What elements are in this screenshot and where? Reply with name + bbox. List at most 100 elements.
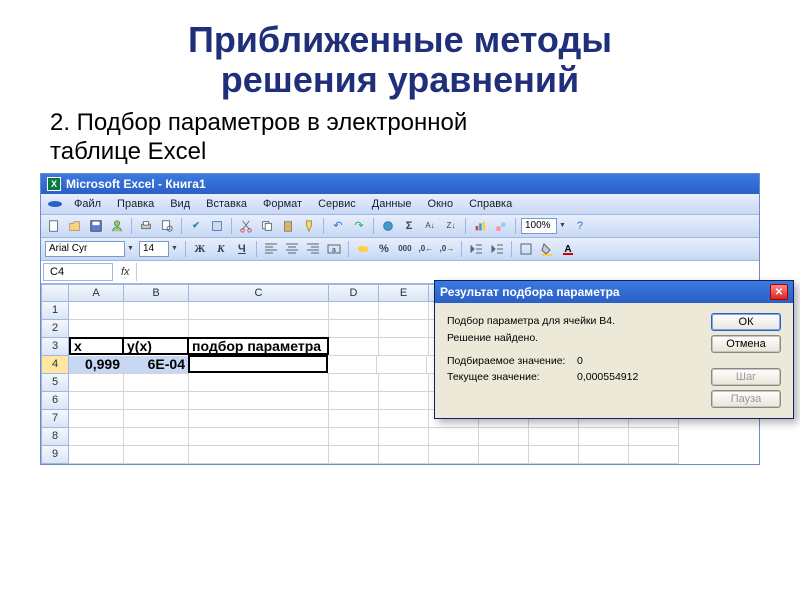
cell[interactable] <box>189 302 329 320</box>
cell[interactable] <box>329 338 379 356</box>
cell[interactable] <box>69 302 124 320</box>
fill-color-icon[interactable] <box>538 240 556 258</box>
merge-center-icon[interactable]: a <box>325 240 343 258</box>
cell[interactable]: 6E-04 <box>124 356 189 374</box>
cell[interactable] <box>429 446 479 464</box>
research-icon[interactable] <box>208 217 226 235</box>
format-painter-icon[interactable] <box>300 217 318 235</box>
paste-icon[interactable] <box>279 217 297 235</box>
cell[interactable] <box>69 374 124 392</box>
cell[interactable] <box>189 428 329 446</box>
align-center-icon[interactable] <box>283 240 301 258</box>
cell[interactable] <box>69 410 124 428</box>
menu-view[interactable]: Вид <box>163 196 197 212</box>
cell[interactable] <box>629 446 679 464</box>
cell[interactable] <box>329 320 379 338</box>
menu-data[interactable]: Данные <box>365 196 419 212</box>
cell[interactable] <box>379 320 429 338</box>
cell[interactable] <box>579 428 629 446</box>
align-right-icon[interactable] <box>304 240 322 258</box>
column-header[interactable]: C <box>189 284 329 302</box>
row-header[interactable]: 9 <box>41 446 69 464</box>
column-header[interactable]: A <box>69 284 124 302</box>
redo-icon[interactable]: ↷ <box>350 217 368 235</box>
cell[interactable] <box>629 428 679 446</box>
permission-icon[interactable] <box>108 217 126 235</box>
cell[interactable]: подбор параметра <box>189 337 329 355</box>
align-left-icon[interactable] <box>262 240 280 258</box>
cell[interactable] <box>429 428 479 446</box>
hyperlink-icon[interactable] <box>379 217 397 235</box>
cell[interactable] <box>124 374 189 392</box>
menu-format[interactable]: Формат <box>256 196 309 212</box>
cancel-button[interactable]: Отмена <box>711 335 781 353</box>
font-dropdown[interactable]: Arial Cyr ▼ <box>45 241 136 257</box>
select-all-corner[interactable] <box>41 284 69 302</box>
cell[interactable]: y(x) <box>124 337 189 355</box>
close-button[interactable]: ✕ <box>770 284 788 300</box>
cell[interactable] <box>379 302 429 320</box>
formula-bar[interactable] <box>136 263 759 281</box>
comma-style-icon[interactable]: 000 <box>396 240 414 258</box>
cell[interactable] <box>379 338 429 356</box>
drawing-icon[interactable] <box>492 217 510 235</box>
font-color-icon[interactable]: A <box>559 240 577 258</box>
cell[interactable] <box>529 446 579 464</box>
cell[interactable] <box>124 302 189 320</box>
row-header[interactable]: 3 <box>41 338 69 356</box>
cell[interactable] <box>379 410 429 428</box>
row-header[interactable]: 7 <box>41 410 69 428</box>
open-icon[interactable] <box>66 217 84 235</box>
cell[interactable] <box>329 446 379 464</box>
underline-button[interactable]: Ч <box>233 240 251 258</box>
cell[interactable] <box>329 392 379 410</box>
row-header[interactable]: 5 <box>41 374 69 392</box>
cell[interactable]: 0,999 <box>69 356 124 374</box>
print-preview-icon[interactable] <box>158 217 176 235</box>
sort-asc-icon[interactable]: A↓ <box>421 217 439 235</box>
row-header[interactable]: 2 <box>41 320 69 338</box>
spell-check-icon[interactable]: ✔ <box>187 217 205 235</box>
menu-window[interactable]: Окно <box>421 196 461 212</box>
cell[interactable] <box>379 428 429 446</box>
percent-icon[interactable]: % <box>375 240 393 258</box>
currency-icon[interactable] <box>354 240 372 258</box>
column-header[interactable]: E <box>379 284 429 302</box>
cell[interactable] <box>124 446 189 464</box>
cell[interactable] <box>379 392 429 410</box>
sort-desc-icon[interactable]: Z↓ <box>442 217 460 235</box>
zoom-value[interactable]: 100% <box>521 218 557 234</box>
menu-edit[interactable]: Правка <box>110 196 161 212</box>
cell[interactable] <box>124 410 189 428</box>
increase-indent-icon[interactable] <box>488 240 506 258</box>
font-size[interactable]: 14 <box>139 241 169 257</box>
name-box[interactable]: C4 <box>43 263 113 281</box>
cell[interactable] <box>189 392 329 410</box>
cell[interactable] <box>379 374 429 392</box>
cut-icon[interactable] <box>237 217 255 235</box>
cell[interactable] <box>479 446 529 464</box>
copy-icon[interactable] <box>258 217 276 235</box>
bold-button[interactable]: Ж <box>191 240 209 258</box>
ok-button[interactable]: ОК <box>711 313 781 331</box>
cell[interactable] <box>377 356 427 374</box>
row-header[interactable]: 8 <box>41 428 69 446</box>
new-file-icon[interactable] <box>45 217 63 235</box>
cell[interactable] <box>329 428 379 446</box>
print-icon[interactable] <box>137 217 155 235</box>
cell[interactable] <box>379 446 429 464</box>
decrease-decimal-icon[interactable]: ,0→ <box>438 240 456 258</box>
cell[interactable] <box>69 320 124 338</box>
cell[interactable] <box>69 392 124 410</box>
cell[interactable] <box>529 428 579 446</box>
font-name[interactable]: Arial Cyr <box>45 241 125 257</box>
cell[interactable] <box>188 355 328 373</box>
decrease-indent-icon[interactable] <box>467 240 485 258</box>
fx-icon[interactable]: fx <box>115 266 136 278</box>
pause-button[interactable]: Пауза <box>711 390 781 408</box>
column-header[interactable]: D <box>329 284 379 302</box>
cell[interactable] <box>124 320 189 338</box>
step-button[interactable]: Шаг <box>711 368 781 386</box>
increase-decimal-icon[interactable]: ,0← <box>417 240 435 258</box>
cell[interactable] <box>189 446 329 464</box>
